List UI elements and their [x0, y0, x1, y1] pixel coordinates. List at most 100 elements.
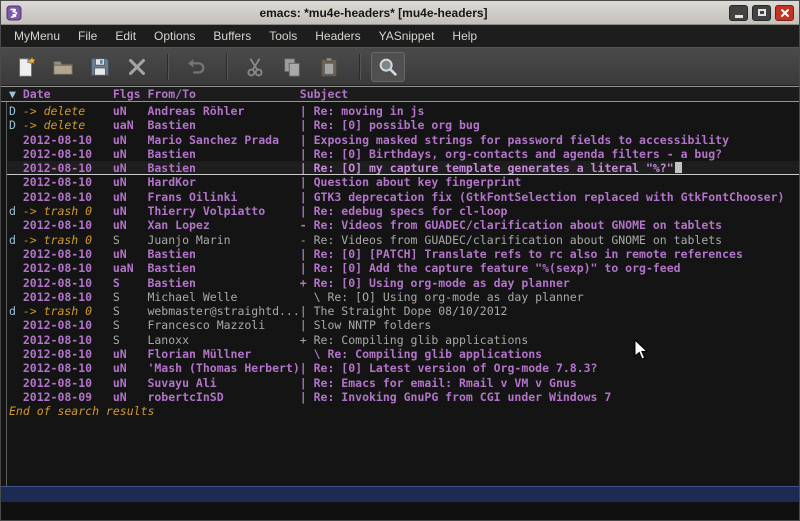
mark-char [9, 333, 23, 347]
date-field: 2012-08-10 [23, 190, 113, 204]
flags-field: uN [113, 376, 148, 390]
paste-button[interactable] [312, 52, 346, 82]
date-field: 2012-08-10 [23, 175, 113, 189]
date-field: 2012-08-10 [23, 261, 113, 275]
cut-button[interactable] [238, 52, 272, 82]
subject-text: | Re: [0] Birthdays, org-contacts and ag… [300, 147, 722, 161]
subject-text: | Exposing masked strings for password f… [300, 133, 729, 147]
flags-field: uN [113, 147, 148, 161]
message-row[interactable]: d -> trash 0 uN Thierry Volpiatto | Re: … [1, 204, 799, 218]
subject-field: + Re: [0] Using org-mode as day planner [300, 276, 799, 290]
menu-item[interactable]: Buffers [204, 25, 260, 47]
mode-line[interactable]: *mu4e-headers* ( 5, 0) [All/2.0k] [mu4e-… [1, 486, 799, 502]
message-row[interactable]: 2012-08-10 S Francesco Mazzoli | Slow NN… [1, 318, 799, 332]
maximize-button[interactable] [752, 5, 771, 21]
column-header-flags[interactable]: Flgs [113, 87, 148, 101]
toolbar-separator [167, 54, 169, 80]
close-buffer-button[interactable] [120, 52, 154, 82]
from-field: robertcInSD [147, 390, 299, 404]
menu-item[interactable]: Headers [306, 25, 369, 47]
date-field: 2012-08-10 [23, 290, 113, 304]
flags-field: uaN [113, 118, 148, 132]
subject-field: | Re: [0] Latest version of Org-mode 7.8… [300, 361, 799, 375]
message-row[interactable]: d -> trash 0 S Juanjo Marin - Re: Videos… [1, 233, 799, 247]
mark-char [9, 190, 23, 204]
date-field: -> trash 0 [23, 304, 113, 318]
flags-field: uN [113, 161, 148, 174]
message-row[interactable]: 2012-08-10 uN Bastien | Re: [0] Birthday… [1, 147, 799, 161]
flags-field: S [113, 304, 148, 318]
date-field: 2012-08-10 [23, 276, 113, 290]
message-row[interactable]: 2012-08-10 uN Xan Lopez - Re: Videos fro… [1, 218, 799, 232]
subject-text: + Re: [0] Using org-mode as day planner [300, 276, 570, 290]
subject-field: - Re: Videos from GUADEC/clarification a… [300, 218, 799, 232]
message-row[interactable]: 2012-08-10 uN 'Mash (Thomas Herbert) | R… [1, 361, 799, 375]
menu-item[interactable]: Help [443, 25, 486, 47]
message-row[interactable]: 2012-08-10 S Michael Welle \ Re: [O] Usi… [1, 290, 799, 304]
flags-field: uN [113, 175, 148, 189]
save-button[interactable] [83, 52, 117, 82]
mark-char [9, 390, 23, 404]
message-row[interactable]: 2012-08-10 uN Suvayu Ali | Re: Emacs for… [1, 376, 799, 390]
subject-text: | Re: [0] [PATCH] Translate refs to rc a… [300, 247, 743, 261]
from-field: Suvayu Ali [147, 376, 299, 390]
undo-button[interactable] [179, 52, 213, 82]
flags-field: uN [113, 390, 148, 404]
menu-item[interactable]: YASnippet [370, 25, 444, 47]
mark-char [9, 361, 23, 375]
minimize-button[interactable] [729, 5, 748, 21]
mark-char: D [9, 104, 23, 118]
search-button[interactable] [371, 52, 405, 82]
date-field: 2012-08-10 [23, 147, 113, 161]
subject-field: | Re: [O] my capture template generates … [300, 161, 799, 174]
emacs-frame: emacs: *mu4e-headers* [mu4e-headers] MyM… [0, 0, 800, 521]
message-row[interactable]: 2012-08-10 uN HardKor | Question about k… [1, 175, 799, 189]
window-controls [725, 5, 794, 21]
message-row[interactable]: 2012-08-10 uN Bastien | Re: [O] my captu… [1, 161, 799, 175]
date-field: -> delete [23, 104, 113, 118]
headers-column-header[interactable]: ▼ Date Flgs From/To Subject [1, 86, 799, 102]
message-row[interactable]: 2012-08-09 uN robertcInSD | Re: Invoking… [1, 390, 799, 404]
subject-field: | Re: [0] possible org bug [300, 118, 799, 132]
paste-clipboard-icon [318, 55, 340, 79]
menu-item[interactable]: Edit [106, 25, 145, 47]
subject-text: | Re: Invoking GnuPG from CGI under Wind… [300, 390, 612, 404]
date-field: 2012-08-09 [23, 390, 113, 404]
from-field: Mario Sanchez Prada [147, 133, 299, 147]
menu-item[interactable]: MyMenu [5, 25, 69, 47]
sort-indicator-icon[interactable]: ▼ [9, 87, 23, 101]
open-file-button[interactable] [46, 52, 80, 82]
message-row[interactable]: d -> trash 0 S webmaster@straightd... | … [1, 304, 799, 318]
toolbar-separator [359, 54, 361, 80]
mark-char [9, 261, 23, 275]
message-row[interactable]: 2012-08-10 S Lanoxx + Re: Compiling glib… [1, 333, 799, 347]
from-field: Juanjo Marin [147, 233, 299, 247]
flags-field: uN [113, 190, 148, 204]
message-row[interactable]: 2012-08-10 uN Bastien | Re: [0] [PATCH] … [1, 247, 799, 261]
message-row[interactable]: D -> delete uaN Bastien | Re: [0] possib… [1, 118, 799, 132]
subject-text: - Re: Videos from GUADEC/clarification a… [300, 233, 722, 247]
new-file-button[interactable] [9, 52, 43, 82]
echo-area[interactable] [1, 502, 799, 520]
column-header-subject[interactable]: Subject [300, 87, 799, 101]
message-row[interactable]: 2012-08-10 uN Frans Oilinki | GTK3 depre… [1, 190, 799, 204]
from-field: Bastien [147, 118, 299, 132]
titlebar[interactable]: emacs: *mu4e-headers* [mu4e-headers] [1, 1, 799, 25]
message-row[interactable]: 2012-08-10 S Bastien + Re: [0] Using org… [1, 276, 799, 290]
copy-button[interactable] [275, 52, 309, 82]
subject-field: | Exposing masked strings for password f… [300, 133, 799, 147]
menu-item[interactable]: Options [145, 25, 204, 47]
message-row[interactable]: D -> delete uN Andreas Röhler | Re: movi… [1, 104, 799, 118]
menu-item[interactable]: File [69, 25, 106, 47]
message-row[interactable]: 2012-08-10 uN Mario Sanchez Prada | Expo… [1, 133, 799, 147]
subject-text: | Re: [0] Latest version of Org-mode 7.8… [300, 361, 598, 375]
message-row[interactable]: 2012-08-10 uaN Bastien | Re: [0] Add the… [1, 261, 799, 275]
close-button[interactable] [775, 5, 794, 21]
menu-item[interactable]: Tools [260, 25, 306, 47]
message-rows: D -> delete uN Andreas Röhler | Re: movi… [1, 104, 799, 404]
column-header-from[interactable]: From/To [147, 87, 299, 101]
column-header-date[interactable]: Date [23, 87, 113, 101]
message-row[interactable]: 2012-08-10 uN Florian Müllner \ Re: Comp… [1, 347, 799, 361]
flags-field: uN [113, 218, 148, 232]
from-field: Bastien [147, 276, 299, 290]
